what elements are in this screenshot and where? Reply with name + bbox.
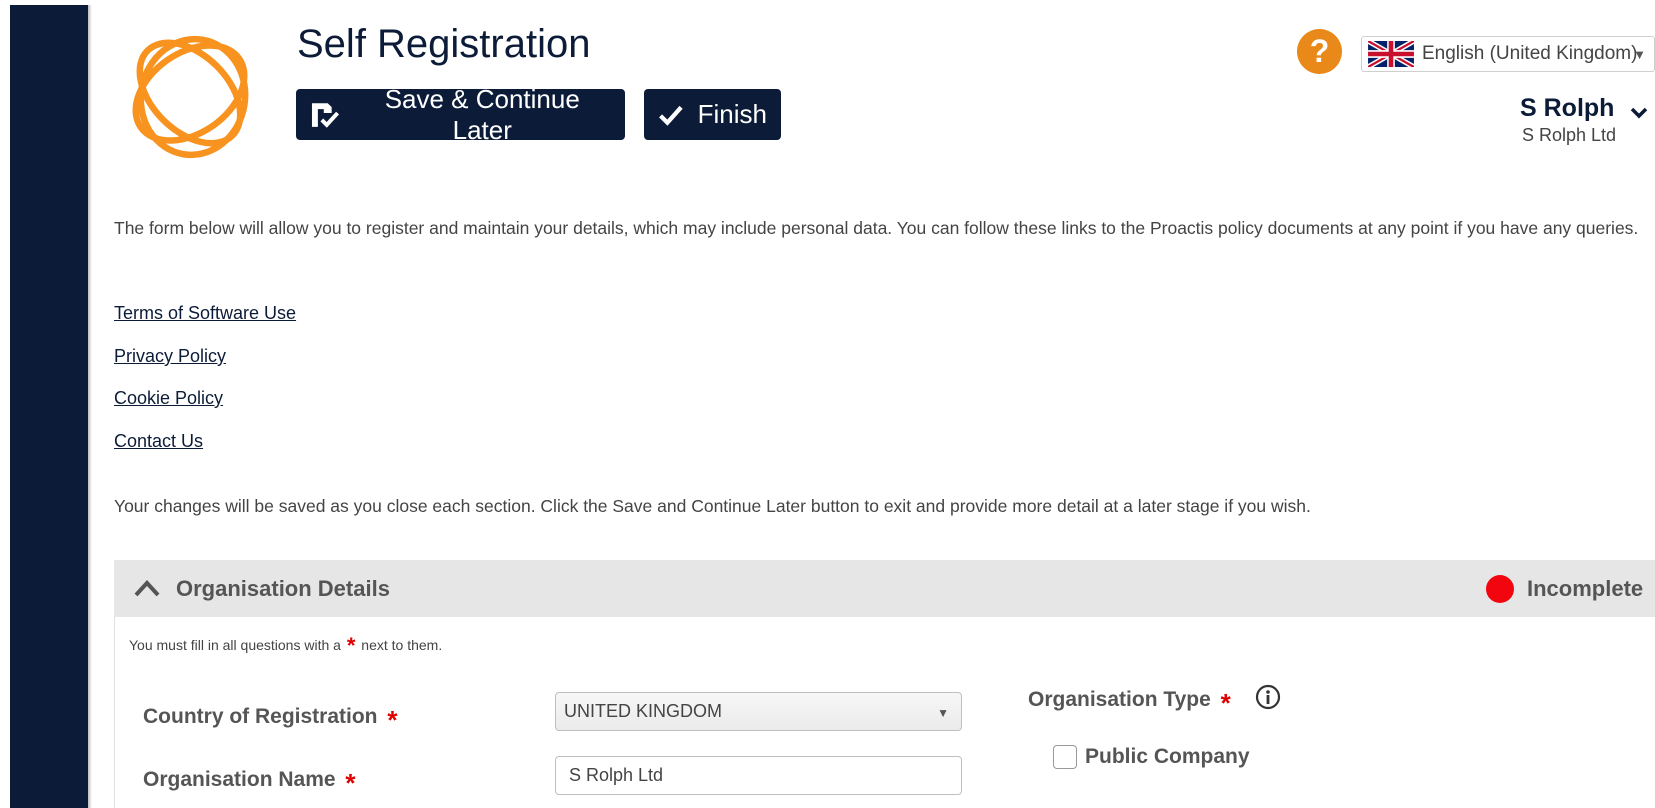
section-header-organisation-details[interactable]: Organisation Details Incomplete: [114, 560, 1655, 617]
organisation-name-input[interactable]: [555, 756, 962, 795]
question-icon[interactable]: ?: [1297, 29, 1342, 74]
orange-rings-logo: [132, 35, 249, 159]
user-organisation: S Rolph Ltd: [1522, 125, 1617, 145]
user-name[interactable]: S Rolph: [1520, 94, 1614, 123]
required-note-before: You must fill in all questions with a: [129, 637, 341, 653]
info-icon[interactable]: [1255, 684, 1281, 710]
finish-button[interactable]: Finish: [644, 89, 781, 140]
required-note: You must fill in all questions with a * …: [129, 633, 442, 659]
page-title: Self Registration: [297, 22, 591, 66]
checkmark-icon: [659, 105, 683, 126]
status-dot-icon: [1486, 575, 1514, 603]
required-star-icon: *: [346, 633, 356, 658]
organisation-type-label-text: Organisation Type: [1028, 688, 1211, 711]
country-label: Country of Registration *: [143, 705, 397, 736]
country-select-value: UNITED KINGDOM: [564, 701, 723, 721]
privacy-link[interactable]: Privacy Policy: [114, 346, 226, 367]
finish-label: Finish: [697, 99, 767, 129]
organisation-name-label: Organisation Name *: [143, 768, 356, 799]
section-title: Organisation Details: [176, 576, 390, 601]
public-company-checkbox[interactable]: [1053, 745, 1077, 769]
language-label: English (United Kingdom): [1422, 43, 1638, 64]
save-continue-later-button[interactable]: Save & Continue Later: [296, 84, 625, 145]
required-note-after: next to them.: [361, 637, 443, 653]
public-company-label: Public Company: [1085, 745, 1250, 768]
terms-link[interactable]: Terms of Software Use: [114, 303, 296, 324]
save-note: Your changes will be saved as you close …: [114, 496, 1311, 516]
required-star-icon: *: [1220, 688, 1231, 718]
contact-link[interactable]: Contact Us: [114, 431, 203, 452]
save-continue-later-label: Save & Continue Later: [384, 83, 580, 145]
chevron-up-icon[interactable]: [133, 578, 161, 598]
required-star-icon: *: [387, 705, 398, 735]
intro-text: The form below will allow you to registe…: [114, 218, 1639, 238]
cookie-link[interactable]: Cookie Policy: [114, 388, 223, 409]
organisation-type-label: Organisation Type *: [1028, 688, 1231, 719]
sidebar-shadow: [88, 5, 92, 808]
organisation-name-label-text: Organisation Name: [143, 768, 336, 791]
caret-down-icon: ▼: [1633, 47, 1646, 62]
floppy-check-icon: [311, 102, 340, 128]
caret-down-icon: ▼: [937, 706, 949, 720]
status-badge: Incomplete: [1527, 576, 1644, 601]
uk-flag-icon: [1368, 41, 1414, 67]
country-label-text: Country of Registration: [143, 705, 378, 728]
chevron-down-icon[interactable]: [1630, 106, 1648, 120]
required-star-icon: *: [345, 768, 356, 798]
left-sidebar: [10, 5, 88, 808]
language-select[interactable]: English (United Kingdom) ▼: [1361, 36, 1655, 72]
country-select[interactable]: UNITED KINGDOM ▼: [555, 692, 962, 731]
